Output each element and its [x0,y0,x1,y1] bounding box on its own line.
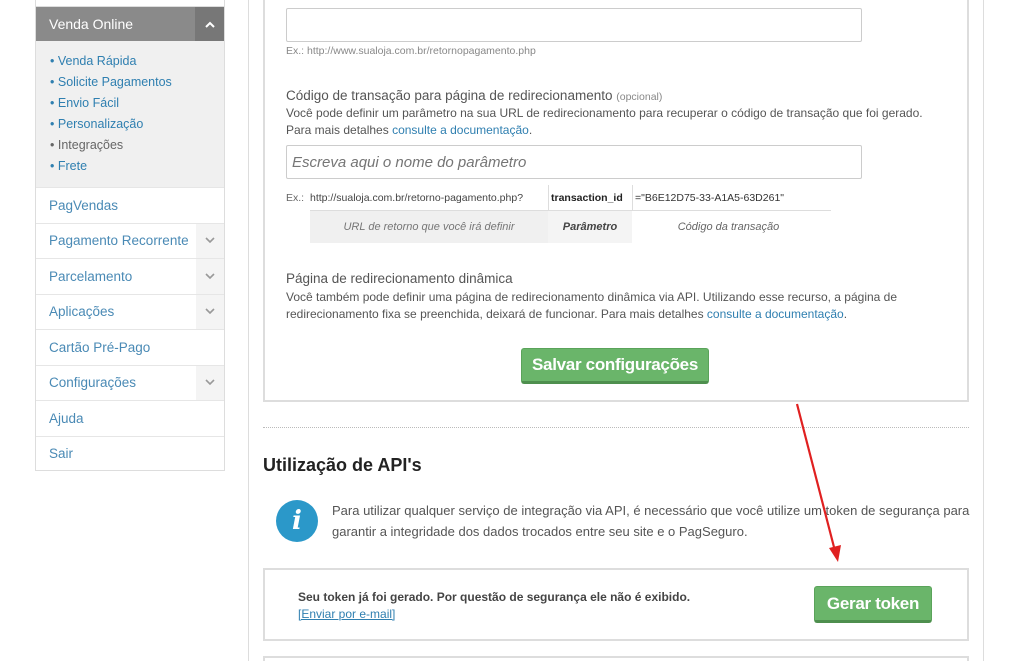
sidebar-subitem-envio-facil[interactable]: Envio Fácil [50,93,224,114]
sidebar-item-label: Sair [49,446,74,462]
sidebar-section-label: Venda Online [49,16,134,32]
sidebar-item-label: Aplicações [49,304,115,320]
caption-url: URL de retorno que você irá definir [310,211,548,243]
optional-label: (opcional) [616,91,663,103]
sidebar-item-aplicacoes[interactable]: Aplicações [36,293,224,329]
send-token-email-link[interactable]: [Enviar por e-mail] [298,607,395,621]
section-divider [263,427,969,428]
example-param: transaction_id [548,185,632,210]
sidebar-sublist: Venda Rápida Solicite Pagamentos Envio F… [36,41,224,187]
sidebar-item-label: Configurações [49,375,137,391]
transaction-code-description: Você pode definir um parâmetro na sua UR… [286,105,926,139]
sidebar-item-label: PagVendas [49,197,119,213]
return-url-field[interactable] [286,8,862,42]
example-caption-row: URL de retorno que você irá definir Parâ… [310,210,831,243]
example-prefix: Ex.: [286,191,305,204]
example-row: Ex.: http://sualoja.com.br/retorno-pagam… [286,185,831,210]
api-info-text: Para utilizar qualquer serviço de integr… [332,503,970,539]
sidebar-subitem-personalizacao[interactable]: Personalização [50,114,224,135]
transaction-doc-link[interactable]: consulte a documentação [392,123,529,137]
chevron-up-icon[interactable] [195,7,224,41]
parameter-name-input[interactable] [287,146,861,178]
sidebar-item-configuracoes[interactable]: Configurações [36,364,224,400]
chevron-down-icon[interactable] [196,259,224,294]
sidebar-item-pagamento-recorrente[interactable]: Pagamento Recorrente [36,222,224,258]
sidebar-item-label: Pagamento Recorrente [49,233,189,249]
dynamic-redirect-desc-end: . [843,307,848,321]
parameter-name-field[interactable] [286,145,862,179]
transaction-code-title-text: Código de transação para página de redir… [286,88,613,103]
next-panel-edge [263,656,969,661]
sidebar-item-label: Parcelamento [49,268,133,284]
api-section-title: Utilização de API's [263,455,422,475]
sidebar-subitem-integracoes[interactable]: Integrações [50,135,224,156]
generate-token-button[interactable]: Gerar token [814,586,932,623]
sidebar-item-cartao-pre-pago[interactable]: Cartão Pré-Pago [36,329,224,365]
sidebar-item-label: Ajuda [49,410,84,426]
sidebar-subitem-venda-rapida[interactable]: Venda Rápida [50,51,224,72]
caption-param: Parâmetro [548,211,632,243]
sidebar-section-venda-online[interactable]: Venda Online [36,7,224,41]
dynamic-redirect-title: Página de redirecionamento dinâmica [286,271,513,286]
transaction-code-desc-end: . [528,123,533,137]
transaction-code-desc-text: Você pode definir um parâmetro na sua UR… [286,106,923,137]
info-icon: i [276,500,318,542]
sidebar-item-pagvendas[interactable]: PagVendas [36,187,224,223]
sidebar-item-ajuda[interactable]: Ajuda [36,400,224,436]
chevron-down-icon[interactable] [196,223,224,258]
transaction-example-table: Ex.: http://sualoja.com.br/retorno-pagam… [286,185,831,243]
return-url-hint: Ex.: http://www.sualoja.com.br/retornopa… [286,45,536,57]
return-url-input[interactable] [287,9,861,41]
save-settings-button[interactable]: Salvar configurações [521,348,709,384]
sidebar-item-parcelamento[interactable]: Parcelamento [36,258,224,294]
sidebar-top-cap [36,0,224,7]
example-value: ="B6E12D75-33-A1A5-63D261" [632,185,784,210]
dynamic-redirect-description: Você também pode definir uma página de r… [286,289,926,323]
token-message: Seu token já foi gerado. Por questão de … [298,590,691,604]
sidebar-item-label: Cartão Pré-Pago [49,339,151,355]
dynamic-doc-link[interactable]: consulte a documentação [707,307,844,321]
chevron-down-icon[interactable] [196,294,224,329]
chevron-down-icon[interactable] [196,365,224,400]
sidebar-subitem-frete[interactable]: Frete [50,156,224,177]
sidebar-item-sair[interactable]: Sair [36,435,224,472]
sidebar: Venda Online Venda Rápida Solicite Pagam… [35,0,225,471]
sidebar-subitem-solicite-pagamentos[interactable]: Solicite Pagamentos [50,72,224,93]
caption-value: Código da transação [677,221,780,233]
example-url: http://sualoja.com.br/retorno-pagamento.… [310,191,524,204]
transaction-code-title: Código de transação para página de redir… [286,88,662,103]
